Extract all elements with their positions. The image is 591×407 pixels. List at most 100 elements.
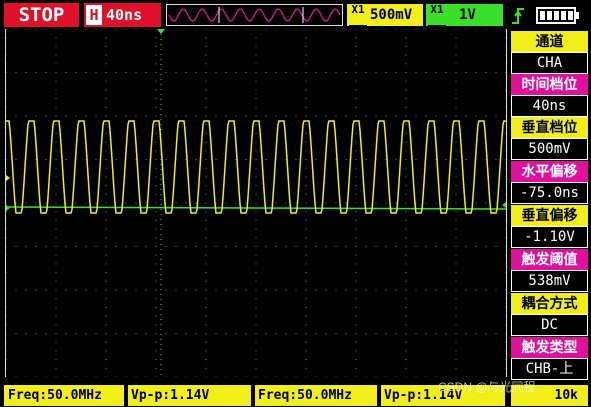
sidebar-item-value[interactable]: DC <box>511 314 588 336</box>
grid-dot <box>205 141 207 143</box>
grid-dot <box>205 263 207 265</box>
grid-dot <box>5 219 7 221</box>
grid-dot <box>495 246 497 247</box>
grid-dot <box>465 159 467 160</box>
grid-dot <box>295 159 297 160</box>
grid-dot <box>15 159 17 160</box>
sidebar-item-value[interactable]: 538mV <box>511 270 588 292</box>
grid-dot <box>105 315 107 317</box>
grid-dot <box>305 359 307 361</box>
grid-dot <box>155 246 157 247</box>
grid-dot <box>455 167 457 169</box>
grid-dot <box>495 28 497 30</box>
sidebar-item-value[interactable]: -75.0ns <box>511 182 588 204</box>
grid-dot <box>105 289 107 291</box>
grid-dot <box>55 263 57 265</box>
grid-dot <box>135 115 137 117</box>
grid-dot <box>185 28 187 30</box>
sidebar-item-label[interactable]: 耦合方式 <box>511 293 588 315</box>
run-stop-button[interactable]: STOP <box>4 3 79 27</box>
timebase-indicator[interactable]: H 40ns <box>84 3 161 27</box>
grid-dot <box>265 289 267 291</box>
grid-dot <box>255 367 257 369</box>
grid-dot <box>55 98 57 100</box>
grid-dot <box>55 254 57 256</box>
grid-dot <box>155 37 157 39</box>
grid-dot <box>75 246 77 247</box>
grid-dot <box>155 289 157 291</box>
sidebar-item-value[interactable]: 500mV <box>511 138 588 160</box>
ch1-volt-indicator[interactable]: X1 500mV <box>347 4 423 27</box>
grid-dot <box>215 115 217 117</box>
sidebar-item-label[interactable]: 触发阈值 <box>511 249 588 271</box>
grid-dot <box>465 289 467 291</box>
grid-dot <box>255 132 257 134</box>
grid-dot <box>355 246 357 247</box>
sidebar-item-label[interactable]: 水平偏移 <box>511 161 588 183</box>
sidebar-item-label[interactable]: 垂直偏移 <box>511 205 588 227</box>
ch2-volt-indicator[interactable]: X1 1V <box>426 4 503 27</box>
grid-dot <box>125 115 127 117</box>
grid-dot <box>375 115 377 117</box>
sidebar-item-label[interactable]: 通道 <box>511 31 588 53</box>
grid-dot <box>495 376 497 378</box>
grid-dot <box>365 246 367 247</box>
grid-dot <box>5 237 7 239</box>
grid-dot <box>415 28 417 30</box>
grid-dot <box>415 376 417 378</box>
grid-dot <box>455 228 457 230</box>
grid-dot <box>305 28 307 30</box>
grid-dot <box>5 350 7 352</box>
grid-dot <box>205 37 207 39</box>
sidebar-item-value[interactable]: CHB-上 <box>511 358 588 380</box>
grid-dot <box>205 63 207 65</box>
grid-dot <box>135 246 137 247</box>
probe-x1-icon: X1 <box>428 4 446 27</box>
grid-dot <box>505 167 507 169</box>
grid-dot <box>455 72 457 73</box>
grid-dot <box>255 98 257 100</box>
grid-dot <box>455 254 457 256</box>
grid-dot <box>205 333 207 334</box>
grid-dot <box>405 219 407 221</box>
grid-dot <box>275 115 277 117</box>
grid-dot <box>155 167 157 169</box>
grid-dot <box>245 289 247 291</box>
grid-dot <box>155 89 157 91</box>
grid-dot <box>435 333 437 334</box>
grid-dot <box>55 72 57 73</box>
sidebar-item-label[interactable]: 时间档位 <box>511 74 588 96</box>
grid-dot <box>455 280 457 282</box>
grid-dot <box>345 115 347 117</box>
grid-dot <box>205 315 207 317</box>
sidebar-item-value[interactable]: CHA <box>511 52 588 74</box>
grid-dot <box>125 28 127 30</box>
grid-dot <box>205 237 207 239</box>
grid-dot <box>5 359 7 361</box>
grid-dot <box>255 306 257 308</box>
sidebar-item-value[interactable]: -1.10V <box>511 226 588 248</box>
grid-dot <box>255 219 257 221</box>
grid-dot <box>505 289 507 291</box>
sidebar-item-value[interactable]: 40ns <box>511 95 588 117</box>
grid-dot <box>165 376 167 378</box>
grid-dot <box>355 124 357 126</box>
grid-dot <box>425 28 427 30</box>
grid-dot <box>465 246 467 247</box>
grid-dot <box>255 115 257 117</box>
grid-dot <box>155 280 157 282</box>
grid-dot <box>455 150 457 152</box>
grid-dot <box>505 106 507 108</box>
grid-dot <box>205 124 207 126</box>
grid-dot <box>305 167 307 169</box>
sidebar-item-label[interactable]: 垂直档位 <box>511 117 588 139</box>
waveform-display[interactable] <box>5 28 507 378</box>
grid-dot <box>245 115 247 117</box>
sidebar-item-label[interactable]: 触发类型 <box>511 337 588 359</box>
grid-dot <box>455 289 457 291</box>
grid-dot <box>315 246 317 247</box>
grid-dot <box>235 289 237 291</box>
grid-dot <box>405 28 407 30</box>
grid-dot <box>255 124 257 126</box>
grid-dot <box>405 141 407 143</box>
